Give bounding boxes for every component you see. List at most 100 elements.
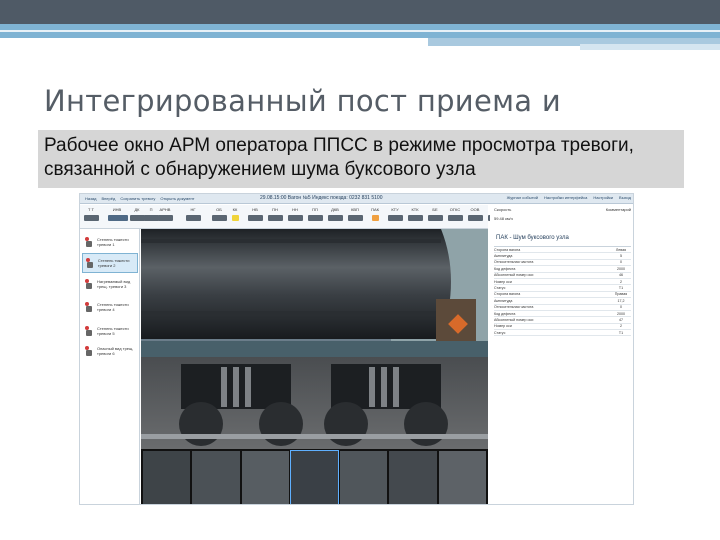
alarm-list-item[interactable]: Степень тяжести тревоги 1 xyxy=(82,232,138,252)
camera-photo[interactable] xyxy=(141,229,488,449)
details-key: Относительная частота xyxy=(494,260,534,265)
sensor-status-button[interactable] xyxy=(427,215,443,221)
sensor-status-button[interactable] xyxy=(327,215,343,221)
sensor-status-button[interactable] xyxy=(287,215,303,221)
details-value: 5 xyxy=(620,254,622,259)
details-key: Номер оси xyxy=(494,279,512,284)
sensor-label: ООВ xyxy=(470,207,480,212)
toolbar-forward-button[interactable]: Вперёд xyxy=(101,196,115,201)
details-value: 0 xyxy=(620,260,622,265)
sensor-indicator[interactable]: ПАК xyxy=(366,207,384,221)
details-key: Сторона вагона xyxy=(494,292,521,297)
details-key: Код дефекта xyxy=(494,266,516,271)
thumbnail-strip xyxy=(141,449,488,504)
sensor-status-button[interactable] xyxy=(467,215,483,221)
thumbnail[interactable] xyxy=(438,451,486,504)
sensor-status-button[interactable] xyxy=(185,215,201,221)
sensor-indicator[interactable]: Т Т xyxy=(82,207,100,221)
thumbnail[interactable] xyxy=(340,451,388,504)
speed-row: 59.48 км/ч xyxy=(490,214,633,223)
alarm-list-item-label: Нагреваемый вид трещ. тревоги 3 xyxy=(97,279,131,289)
sensor-indicator[interactable]: ПН xyxy=(266,207,284,221)
sensor-indicator[interactable]: НВ xyxy=(246,207,264,221)
sensor-status-button[interactable] xyxy=(371,215,379,221)
toolbar-back-button[interactable]: Назад xyxy=(85,196,96,201)
sensor-indicator[interactable]: КВП xyxy=(346,207,364,221)
sensor-label: ИНВ xyxy=(112,207,122,212)
details-key: Абсолютный номер оси xyxy=(494,273,534,278)
alarm-list-item[interactable]: Опасный вид трещ. тревоги 6 xyxy=(82,341,138,361)
sensor-label: КТУ xyxy=(391,207,399,212)
sensor-status-button[interactable] xyxy=(307,215,323,221)
toolbar-open-doc-button[interactable]: Открыть документ xyxy=(160,196,194,201)
sensor-status-button[interactable] xyxy=(231,215,239,221)
subtitle-line-1: Рабочее окно АРМ оператора ППСС в режиме… xyxy=(44,135,634,156)
sensor-indicator[interactable]: ДКВ xyxy=(326,207,344,221)
sensor-indicator[interactable]: КК xyxy=(226,207,244,221)
speed-value: 59.48 км/ч xyxy=(494,216,513,221)
sensor-indicator[interactable]: ООВ xyxy=(466,207,484,221)
toolbar-interface-button[interactable]: Настройки интерфейса xyxy=(544,195,587,200)
details-table: Сторона вагона Левая Амплитуда 5 Относительн… xyxy=(494,246,631,337)
details-value: 2 xyxy=(620,324,622,329)
sensor-indicator[interactable]: НН xyxy=(286,207,304,221)
alarm-list-item[interactable]: Степень тяжести тревоги 4 xyxy=(82,297,138,317)
sensor-label: ДКВ xyxy=(331,207,339,212)
app-toolbar: Назад Вперёд Сохранить тревогу Открыть д… xyxy=(80,194,633,204)
train-alarm-icon xyxy=(86,258,94,268)
sensor-status-button[interactable] xyxy=(211,215,227,221)
thumbnail[interactable] xyxy=(143,451,191,504)
toolbar-settings-button[interactable]: Настройки xyxy=(593,195,613,200)
details-value: Левая xyxy=(615,247,627,252)
alarm-list-item-label: Степень тяжести тревоги 1 xyxy=(97,237,129,247)
sensor-status-button[interactable] xyxy=(387,215,403,221)
sensor-row: Т Т ИНВ ДК П АРНВ НГ ОБ КК НВ ПН НН ПП ДКВ КВП ПАК КТУ К… xyxy=(80,205,503,229)
sensor-status-button[interactable] xyxy=(108,215,128,221)
thumbnail-active[interactable] xyxy=(289,450,340,504)
comment-label: Комментарий xyxy=(605,207,631,212)
details-row: Статус Т1 xyxy=(494,330,631,337)
sensor-indicator[interactable]: НГ xyxy=(184,207,202,221)
sensor-status-button[interactable] xyxy=(407,215,423,221)
details-key: Абсолютный номер оси xyxy=(494,317,534,322)
toolbar-exit-button[interactable]: Выход xyxy=(619,195,631,200)
thumbnail[interactable] xyxy=(192,451,240,504)
details-key: Номер оси xyxy=(494,324,512,329)
train-alarm-icon xyxy=(85,279,93,289)
sensor-indicator[interactable]: КТУ xyxy=(386,207,404,221)
train-alarm-icon xyxy=(85,302,93,312)
alarm-list-item[interactable]: Нагреваемый вид трещ. тревоги 3 xyxy=(82,274,138,294)
train-alarm-icon xyxy=(85,326,93,336)
train-alarm-icon xyxy=(85,346,93,356)
sensor-indicator[interactable]: АРНВ xyxy=(156,207,174,221)
thumbnail[interactable] xyxy=(389,451,437,504)
sensor-status-button[interactable] xyxy=(157,215,173,221)
details-key: Относительная частота xyxy=(494,305,534,310)
details-value: Т1 xyxy=(618,330,624,335)
alarm-list: Степень тяжести тревоги 1 Степень тяжест… xyxy=(80,229,140,504)
sensor-label: АРНВ xyxy=(159,207,171,212)
thumbnail[interactable] xyxy=(241,451,289,504)
sensor-indicator[interactable]: ОГКС xyxy=(446,207,464,221)
sensor-indicator[interactable]: БЕ xyxy=(426,207,444,221)
toolbar-right-group: Журнал событий Настройки интерфейса Наст… xyxy=(507,195,631,200)
sensor-status-button[interactable] xyxy=(447,215,463,221)
sensor-indicator[interactable]: ПП xyxy=(306,207,324,221)
sensor-label: ПН xyxy=(272,207,278,212)
sensor-label: КТК xyxy=(411,207,419,212)
sensor-indicator[interactable]: КТК xyxy=(406,207,424,221)
sensor-indicator[interactable]: ИНВ xyxy=(108,207,128,221)
sensor-status-button[interactable] xyxy=(267,215,283,221)
alarm-list-item[interactable]: Степень тяжести тревоги 5 xyxy=(82,321,138,341)
sensor-status-button[interactable] xyxy=(247,215,263,221)
details-value: 17,2 xyxy=(617,298,625,303)
app-title: 29.08.15:00 Вагон №5 Индекс поезда: 0232… xyxy=(260,195,383,201)
alarm-list-item-selected[interactable]: Степень тяжести тревоги 2 xyxy=(82,253,138,273)
details-value: Т1 xyxy=(618,286,624,291)
sensor-status-button[interactable] xyxy=(83,215,99,221)
toolbar-journal-button[interactable]: Журнал событий xyxy=(507,195,538,200)
details-key: Статус xyxy=(494,330,506,335)
toolbar-save-alarm-button[interactable]: Сохранить тревогу xyxy=(120,196,155,201)
sensor-status-button[interactable] xyxy=(347,215,363,221)
operator-window: Назад Вперёд Сохранить тревогу Открыть д… xyxy=(79,193,634,505)
